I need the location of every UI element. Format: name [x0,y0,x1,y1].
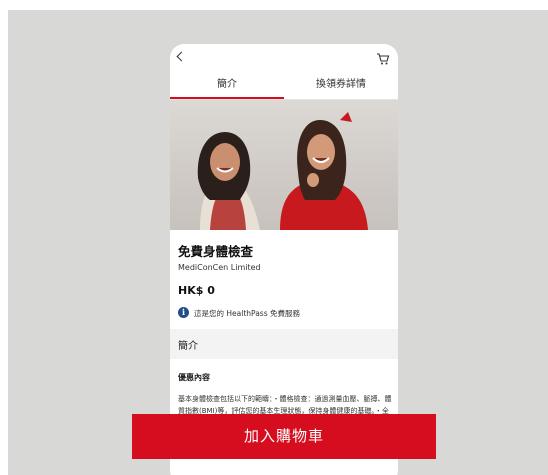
hero-image [170,100,398,230]
tab-bar: 簡介 換領券詳情 [170,72,398,100]
healthpass-notice-text: 這是您的 HealthPass 免費服務 [194,309,300,318]
top-bar [170,44,398,72]
product-title: 免費身體檢查 [178,244,254,259]
product-price: HK$ 0 [178,284,215,297]
cart-icon[interactable] [376,52,390,66]
tab-voucher-details[interactable]: 換領券詳情 [284,72,398,98]
chevron-left-icon[interactable] [176,51,187,62]
tab-introduction[interactable]: 簡介 [170,72,284,98]
info-icon: i [178,307,189,318]
add-to-cart-button[interactable]: 加入購物車 [132,414,436,459]
offer-content-heading: 優惠內容 [178,373,210,382]
phone-frame: 簡介 換領券詳情 免費身體檢查 MediConCen Limited HK$ 0… [170,44,398,475]
section-title: 簡介 [178,341,198,352]
hero-illustration [197,112,368,230]
vendor-name: MediConCen Limited [178,263,261,272]
section-header: 簡介 [170,329,398,359]
active-tab-indicator [170,97,284,99]
screen-backdrop: 簡介 換領券詳情 免費身體檢查 MediConCen Limited HK$ 0… [8,10,548,475]
